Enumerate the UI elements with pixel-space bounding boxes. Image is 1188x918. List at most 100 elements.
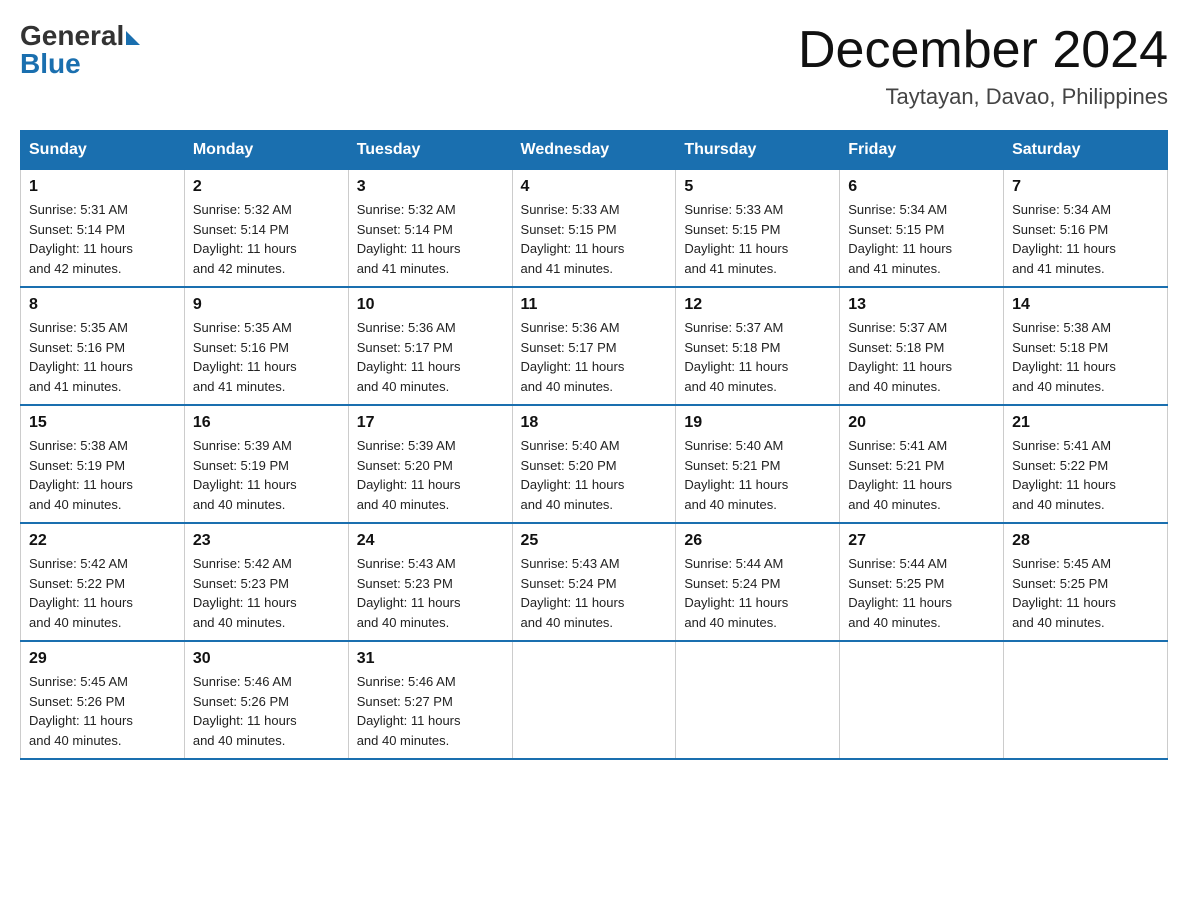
day-info: Sunrise: 5:44 AM Sunset: 5:24 PM Dayligh… <box>684 554 831 632</box>
day-number: 4 <box>521 178 668 196</box>
day-number: 6 <box>848 178 995 196</box>
day-number: 15 <box>29 414 176 432</box>
calendar-cell: 8 Sunrise: 5:35 AM Sunset: 5:16 PM Dayli… <box>21 287 185 405</box>
day-number: 29 <box>29 650 176 668</box>
day-number: 9 <box>193 296 340 314</box>
day-number: 26 <box>684 532 831 550</box>
calendar-cell <box>676 641 840 759</box>
day-info: Sunrise: 5:40 AM Sunset: 5:21 PM Dayligh… <box>684 436 831 514</box>
calendar-cell: 5 Sunrise: 5:33 AM Sunset: 5:15 PM Dayli… <box>676 170 840 288</box>
day-number: 5 <box>684 178 831 196</box>
day-number: 1 <box>29 178 176 196</box>
day-number: 12 <box>684 296 831 314</box>
week-row-4: 22 Sunrise: 5:42 AM Sunset: 5:22 PM Dayl… <box>21 523 1168 641</box>
calendar-cell: 17 Sunrise: 5:39 AM Sunset: 5:20 PM Dayl… <box>348 405 512 523</box>
day-info: Sunrise: 5:37 AM Sunset: 5:18 PM Dayligh… <box>684 318 831 396</box>
calendar-cell: 11 Sunrise: 5:36 AM Sunset: 5:17 PM Dayl… <box>512 287 676 405</box>
day-info: Sunrise: 5:43 AM Sunset: 5:24 PM Dayligh… <box>521 554 668 632</box>
calendar-cell: 30 Sunrise: 5:46 AM Sunset: 5:26 PM Dayl… <box>184 641 348 759</box>
day-number: 13 <box>848 296 995 314</box>
calendar-cell: 12 Sunrise: 5:37 AM Sunset: 5:18 PM Dayl… <box>676 287 840 405</box>
calendar-cell: 15 Sunrise: 5:38 AM Sunset: 5:19 PM Dayl… <box>21 405 185 523</box>
calendar-cell: 21 Sunrise: 5:41 AM Sunset: 5:22 PM Dayl… <box>1004 405 1168 523</box>
calendar-cell: 16 Sunrise: 5:39 AM Sunset: 5:19 PM Dayl… <box>184 405 348 523</box>
day-info: Sunrise: 5:33 AM Sunset: 5:15 PM Dayligh… <box>684 200 831 278</box>
calendar-cell: 9 Sunrise: 5:35 AM Sunset: 5:16 PM Dayli… <box>184 287 348 405</box>
calendar-cell <box>840 641 1004 759</box>
day-info: Sunrise: 5:41 AM Sunset: 5:21 PM Dayligh… <box>848 436 995 514</box>
day-info: Sunrise: 5:34 AM Sunset: 5:15 PM Dayligh… <box>848 200 995 278</box>
day-info: Sunrise: 5:32 AM Sunset: 5:14 PM Dayligh… <box>357 200 504 278</box>
day-number: 17 <box>357 414 504 432</box>
day-number: 25 <box>521 532 668 550</box>
logo: General Blue <box>20 20 140 80</box>
day-info: Sunrise: 5:31 AM Sunset: 5:14 PM Dayligh… <box>29 200 176 278</box>
day-number: 23 <box>193 532 340 550</box>
calendar-cell: 20 Sunrise: 5:41 AM Sunset: 5:21 PM Dayl… <box>840 405 1004 523</box>
day-number: 21 <box>1012 414 1159 432</box>
day-number: 24 <box>357 532 504 550</box>
day-info: Sunrise: 5:33 AM Sunset: 5:15 PM Dayligh… <box>521 200 668 278</box>
calendar-cell: 19 Sunrise: 5:40 AM Sunset: 5:21 PM Dayl… <box>676 405 840 523</box>
calendar-cell: 10 Sunrise: 5:36 AM Sunset: 5:17 PM Dayl… <box>348 287 512 405</box>
day-number: 30 <box>193 650 340 668</box>
calendar-cell: 27 Sunrise: 5:44 AM Sunset: 5:25 PM Dayl… <box>840 523 1004 641</box>
col-header-tuesday: Tuesday <box>348 131 512 170</box>
day-info: Sunrise: 5:46 AM Sunset: 5:26 PM Dayligh… <box>193 672 340 750</box>
day-info: Sunrise: 5:34 AM Sunset: 5:16 PM Dayligh… <box>1012 200 1159 278</box>
day-info: Sunrise: 5:39 AM Sunset: 5:19 PM Dayligh… <box>193 436 340 514</box>
day-info: Sunrise: 5:42 AM Sunset: 5:22 PM Dayligh… <box>29 554 176 632</box>
col-header-wednesday: Wednesday <box>512 131 676 170</box>
day-info: Sunrise: 5:43 AM Sunset: 5:23 PM Dayligh… <box>357 554 504 632</box>
day-number: 18 <box>521 414 668 432</box>
day-number: 16 <box>193 414 340 432</box>
col-header-saturday: Saturday <box>1004 131 1168 170</box>
calendar-header-row: SundayMondayTuesdayWednesdayThursdayFrid… <box>21 131 1168 170</box>
week-row-3: 15 Sunrise: 5:38 AM Sunset: 5:19 PM Dayl… <box>21 405 1168 523</box>
location-title: Taytayan, Davao, Philippines <box>798 84 1168 110</box>
day-number: 27 <box>848 532 995 550</box>
day-number: 7 <box>1012 178 1159 196</box>
calendar-cell: 7 Sunrise: 5:34 AM Sunset: 5:16 PM Dayli… <box>1004 170 1168 288</box>
calendar-cell: 4 Sunrise: 5:33 AM Sunset: 5:15 PM Dayli… <box>512 170 676 288</box>
day-info: Sunrise: 5:36 AM Sunset: 5:17 PM Dayligh… <box>521 318 668 396</box>
calendar-cell <box>512 641 676 759</box>
calendar-cell: 22 Sunrise: 5:42 AM Sunset: 5:22 PM Dayl… <box>21 523 185 641</box>
logo-blue: Blue <box>20 48 81 80</box>
calendar-cell: 23 Sunrise: 5:42 AM Sunset: 5:23 PM Dayl… <box>184 523 348 641</box>
day-info: Sunrise: 5:36 AM Sunset: 5:17 PM Dayligh… <box>357 318 504 396</box>
calendar-cell: 2 Sunrise: 5:32 AM Sunset: 5:14 PM Dayli… <box>184 170 348 288</box>
day-number: 19 <box>684 414 831 432</box>
col-header-sunday: Sunday <box>21 131 185 170</box>
col-header-thursday: Thursday <box>676 131 840 170</box>
calendar-cell: 18 Sunrise: 5:40 AM Sunset: 5:20 PM Dayl… <box>512 405 676 523</box>
month-title: December 2024 <box>798 20 1168 80</box>
calendar-cell <box>1004 641 1168 759</box>
day-info: Sunrise: 5:46 AM Sunset: 5:27 PM Dayligh… <box>357 672 504 750</box>
day-info: Sunrise: 5:45 AM Sunset: 5:25 PM Dayligh… <box>1012 554 1159 632</box>
calendar-cell: 31 Sunrise: 5:46 AM Sunset: 5:27 PM Dayl… <box>348 641 512 759</box>
day-number: 10 <box>357 296 504 314</box>
day-info: Sunrise: 5:38 AM Sunset: 5:19 PM Dayligh… <box>29 436 176 514</box>
calendar-cell: 3 Sunrise: 5:32 AM Sunset: 5:14 PM Dayli… <box>348 170 512 288</box>
day-info: Sunrise: 5:32 AM Sunset: 5:14 PM Dayligh… <box>193 200 340 278</box>
day-number: 22 <box>29 532 176 550</box>
day-info: Sunrise: 5:40 AM Sunset: 5:20 PM Dayligh… <box>521 436 668 514</box>
week-row-5: 29 Sunrise: 5:45 AM Sunset: 5:26 PM Dayl… <box>21 641 1168 759</box>
logo-arrow-icon <box>126 31 140 45</box>
calendar-cell: 6 Sunrise: 5:34 AM Sunset: 5:15 PM Dayli… <box>840 170 1004 288</box>
week-row-2: 8 Sunrise: 5:35 AM Sunset: 5:16 PM Dayli… <box>21 287 1168 405</box>
calendar-cell: 25 Sunrise: 5:43 AM Sunset: 5:24 PM Dayl… <box>512 523 676 641</box>
day-info: Sunrise: 5:41 AM Sunset: 5:22 PM Dayligh… <box>1012 436 1159 514</box>
col-header-monday: Monday <box>184 131 348 170</box>
day-info: Sunrise: 5:42 AM Sunset: 5:23 PM Dayligh… <box>193 554 340 632</box>
day-info: Sunrise: 5:35 AM Sunset: 5:16 PM Dayligh… <box>193 318 340 396</box>
day-number: 3 <box>357 178 504 196</box>
day-info: Sunrise: 5:35 AM Sunset: 5:16 PM Dayligh… <box>29 318 176 396</box>
calendar-table: SundayMondayTuesdayWednesdayThursdayFrid… <box>20 130 1168 760</box>
calendar-cell: 1 Sunrise: 5:31 AM Sunset: 5:14 PM Dayli… <box>21 170 185 288</box>
day-number: 20 <box>848 414 995 432</box>
calendar-cell: 29 Sunrise: 5:45 AM Sunset: 5:26 PM Dayl… <box>21 641 185 759</box>
page-header: General Blue December 2024 Taytayan, Dav… <box>20 20 1168 110</box>
day-info: Sunrise: 5:38 AM Sunset: 5:18 PM Dayligh… <box>1012 318 1159 396</box>
